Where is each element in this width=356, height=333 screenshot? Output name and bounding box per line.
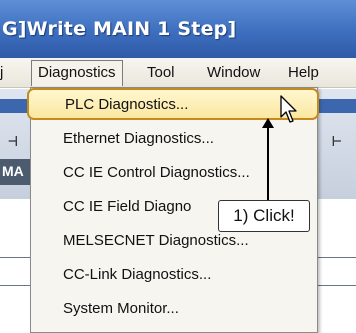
annotation-arrow-shaft bbox=[267, 126, 269, 204]
menu-help[interactable]: Help bbox=[288, 64, 319, 81]
divider bbox=[0, 257, 34, 258]
plc-diagnostics-item[interactable]: PLC Diagnostics... bbox=[27, 88, 319, 120]
menu-diagnostics[interactable]: Diagnostics bbox=[31, 60, 123, 86]
menu-item-label: Ethernet Diagnostics... bbox=[63, 130, 214, 147]
mouse-cursor-icon bbox=[280, 95, 297, 123]
divider bbox=[318, 257, 356, 258]
menu-tool[interactable]: Tool bbox=[147, 64, 175, 81]
menu-item-label: CC IE Control Diagnostics... bbox=[63, 164, 250, 181]
menu-item-label: MELSECNET Diagnostics... bbox=[63, 232, 249, 249]
title-bar: G]Write MAIN 1 Step] bbox=[0, 0, 356, 58]
right-toolbar-strip: ⊢ bbox=[318, 89, 356, 199]
window-title: G]Write MAIN 1 Step] bbox=[2, 18, 237, 40]
menu-item-partial[interactable]: j bbox=[0, 64, 3, 81]
system-monitor-item[interactable]: System Monitor... bbox=[31, 294, 317, 324]
menu-item-label: CC-Link Diagnostics... bbox=[63, 266, 212, 283]
cc-link-diagnostics-item[interactable]: CC-Link Diagnostics... bbox=[31, 260, 317, 290]
toolbar-header bbox=[318, 99, 356, 113]
divider bbox=[318, 285, 356, 286]
menu-bar: j Diagnostics Tool Window Help bbox=[0, 58, 356, 88]
ethernet-diagnostics-item[interactable]: Ethernet Diagnostics... bbox=[31, 124, 317, 154]
menu-item-label: CC IE Field Diagno bbox=[63, 198, 192, 215]
menu-window[interactable]: Window bbox=[207, 64, 260, 81]
editor-tab[interactable]: MA bbox=[0, 159, 34, 185]
menu-item-label: PLC Diagnostics... bbox=[65, 96, 189, 113]
menu-item-label: System Monitor... bbox=[63, 300, 179, 317]
cc-ie-control-diagnostics-item[interactable]: CC IE Control Diagnostics... bbox=[31, 158, 317, 188]
toolbar-button-icon[interactable]: ⊢ bbox=[332, 131, 342, 150]
click-callout: 1) Click! bbox=[218, 200, 310, 232]
toolbar-button-icon[interactable]: ⊣ bbox=[8, 131, 18, 150]
divider bbox=[0, 285, 34, 286]
